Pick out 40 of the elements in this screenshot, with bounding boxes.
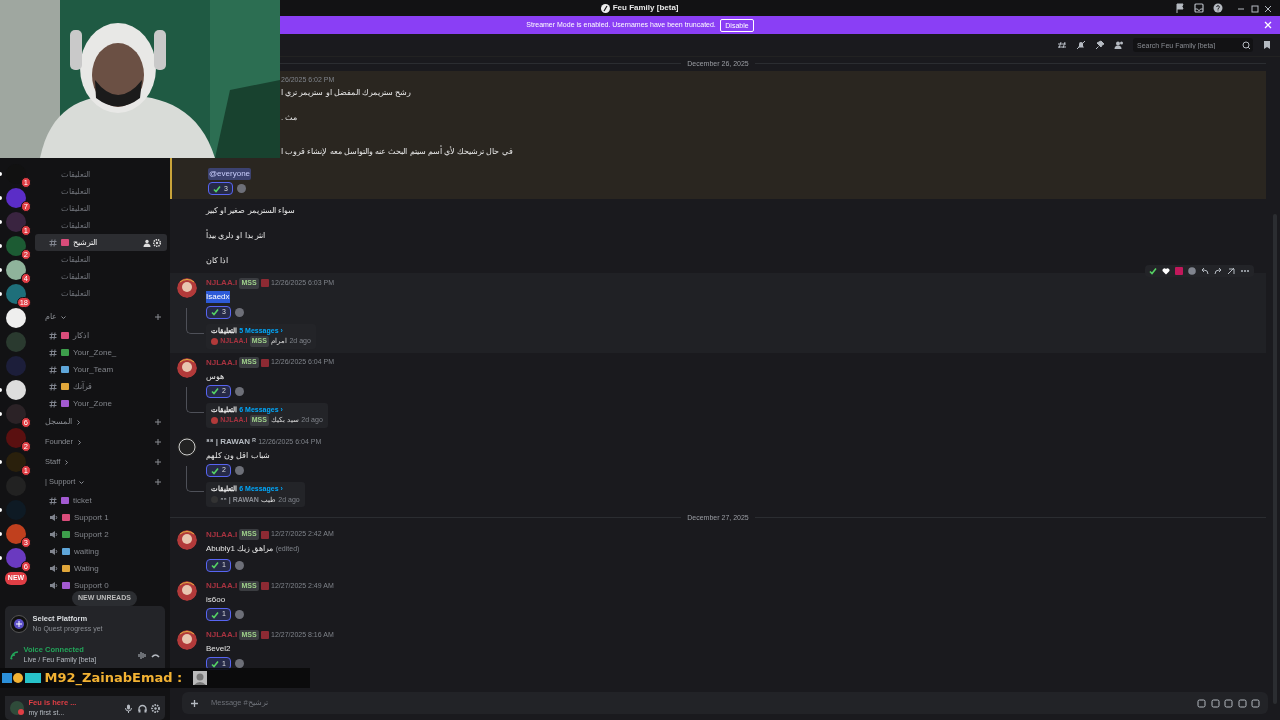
- channel-name: Your_Zone: [73, 397, 112, 410]
- channel-item[interactable]: Your_Team: [35, 361, 167, 378]
- channel-item[interactable]: Support 1: [35, 509, 167, 526]
- message-text: انثر بدا او دلري بيدأ: [206, 230, 265, 243]
- channel-item[interactable]: ticket: [35, 492, 167, 509]
- mention[interactable]: @everyone: [208, 168, 252, 180]
- message-text: اذا كان: [206, 255, 229, 268]
- channel-name: Wating: [74, 562, 99, 575]
- channel-item[interactable]: قرآنك: [35, 378, 167, 395]
- message-text: رشح ستريمرك المفضل او ستريمر تري ا: [281, 87, 412, 99]
- channel-item[interactable]: اذكار: [35, 327, 167, 344]
- message-text: في حال ترشيحك لأي أسم سيتم البحث عنه والتواسل معه لإنشاء قروب ا: [281, 146, 513, 158]
- channel-name: اذكار: [73, 329, 89, 342]
- chat-username: M92_ZainabEmad :: [44, 669, 183, 688]
- window-title: Feu Family [beta]: [612, 2, 679, 14]
- channel-item[interactable]: waiting: [35, 543, 167, 560]
- message-text: Isaedx: [206, 291, 230, 304]
- channel-name: Support 2: [74, 528, 109, 541]
- channel-name: Support 1: [74, 511, 109, 524]
- channel-name: قرآنك: [73, 380, 92, 393]
- channel-item[interactable]: Support 2: [35, 526, 167, 543]
- message-text: is6oo: [206, 593, 226, 606]
- message-text: هوس: [206, 370, 224, 383]
- message-text: مث .: [281, 112, 298, 124]
- channel-item[interactable]: Your_Zone: [35, 395, 167, 412]
- message-text: Bevel2: [206, 643, 231, 655]
- message-text: سواء الستريمر صغير او كبير: [206, 205, 295, 218]
- channel-name: waiting: [74, 545, 99, 558]
- author-name[interactable]: ⁸⁸ | RAWAN ᴿ: [206, 435, 256, 448]
- message-text: Abubly1 مراهق زيك: [206, 542, 274, 555]
- channel-name: Your_Zone_: [73, 346, 117, 359]
- channel-name: الترشيح: [73, 236, 97, 249]
- channel-name: ticket: [73, 494, 92, 507]
- channel-name: Support 0: [74, 579, 109, 592]
- channel-name: Your_Team: [73, 363, 114, 376]
- channel-item[interactable]: Wating: [35, 560, 167, 577]
- message-text: شباب اقل ون كلهم: [206, 449, 270, 462]
- channel-item[interactable]: Support 0: [35, 577, 167, 594]
- channel-item[interactable]: الترشيح: [35, 234, 167, 251]
- channel-item[interactable]: Your_Zone_: [35, 344, 167, 361]
